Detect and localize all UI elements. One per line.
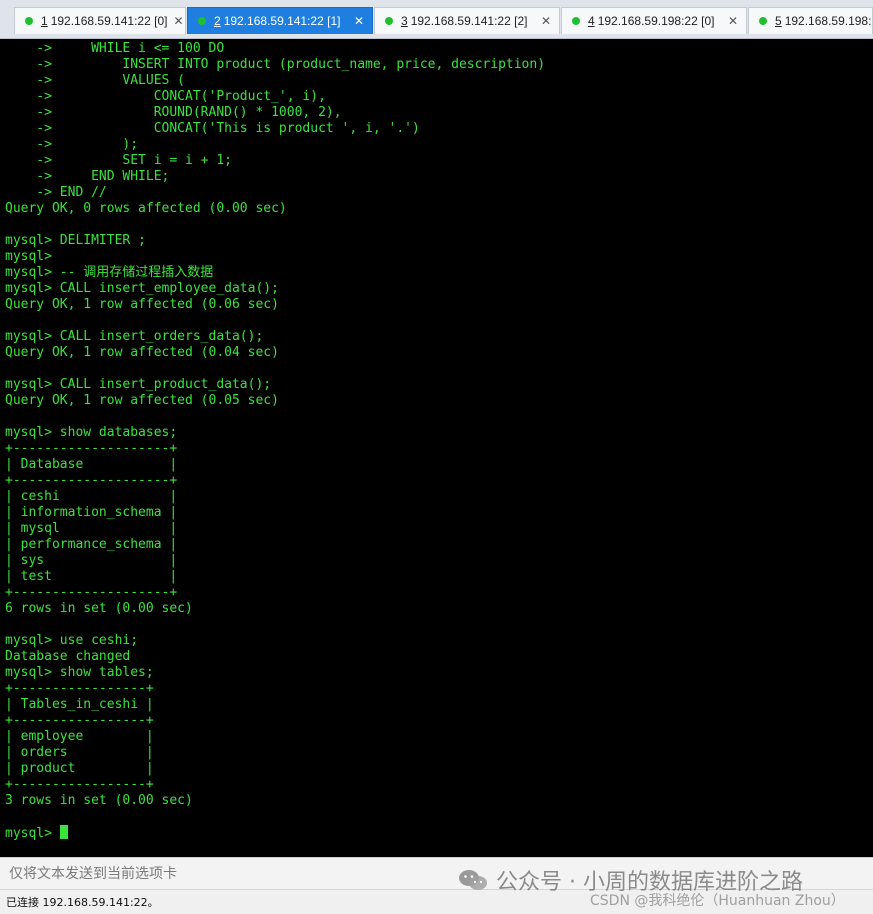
tab-number: 3 [401, 14, 408, 28]
terminal-output[interactable]: -> WHILE i <= 100 DO -> INSERT INTO prod… [0, 39, 873, 857]
tab-label: 192.168.59.141:22 [2] [410, 14, 528, 28]
connected-status-icon [759, 17, 767, 25]
close-icon[interactable]: ✕ [167, 14, 183, 28]
tab-session-4[interactable]: 4 192.168.59.198:22 [0] ✕ [561, 7, 747, 34]
tab-number: 1 [41, 14, 48, 28]
tab-label: 192.168.59.141:22 [1] [223, 14, 341, 28]
connected-status-icon [198, 17, 206, 25]
connected-status-icon [25, 17, 33, 25]
terminal-prompt: mysql> [5, 826, 60, 841]
tab-label: 192.168.59.198:22 [0] [597, 14, 715, 28]
connection-status-text: 已连接 192.168.59.141:22。 [6, 896, 159, 909]
watermark-credit: CSDN @我科绝伦（Huanhuan Zhou） [590, 893, 845, 909]
tab-session-3[interactable]: 3 192.168.59.141:22 [2] ✕ [374, 7, 560, 34]
tab-session-5[interactable]: 5 192.168.59.198:22 [748, 7, 873, 34]
tab-bar: 1 192.168.59.141:22 [0] ✕ 2 192.168.59.1… [0, 0, 873, 39]
tab-number: 4 [588, 14, 595, 28]
close-icon[interactable]: ✕ [535, 14, 551, 28]
send-to-tab-input[interactable] [0, 858, 451, 890]
wechat-icon [459, 870, 487, 890]
tab-number: 2 [214, 14, 221, 28]
connected-status-icon [385, 17, 393, 25]
connected-status-icon [572, 17, 580, 25]
close-icon[interactable]: ✕ [348, 14, 364, 28]
terminal-cursor [59, 825, 68, 839]
close-icon[interactable]: ✕ [722, 14, 738, 28]
tab-label: 192.168.59.198:22 [784, 14, 872, 28]
tab-session-1[interactable]: 1 192.168.59.141:22 [0] ✕ [14, 7, 186, 34]
tab-session-2[interactable]: 2 192.168.59.141:22 [1] ✕ [187, 7, 373, 34]
tab-number: 5 [775, 14, 782, 28]
terminal-text: -> WHILE i <= 100 DO -> INSERT INTO prod… [5, 41, 546, 841]
tab-label: 192.168.59.141:22 [0] [50, 14, 168, 28]
